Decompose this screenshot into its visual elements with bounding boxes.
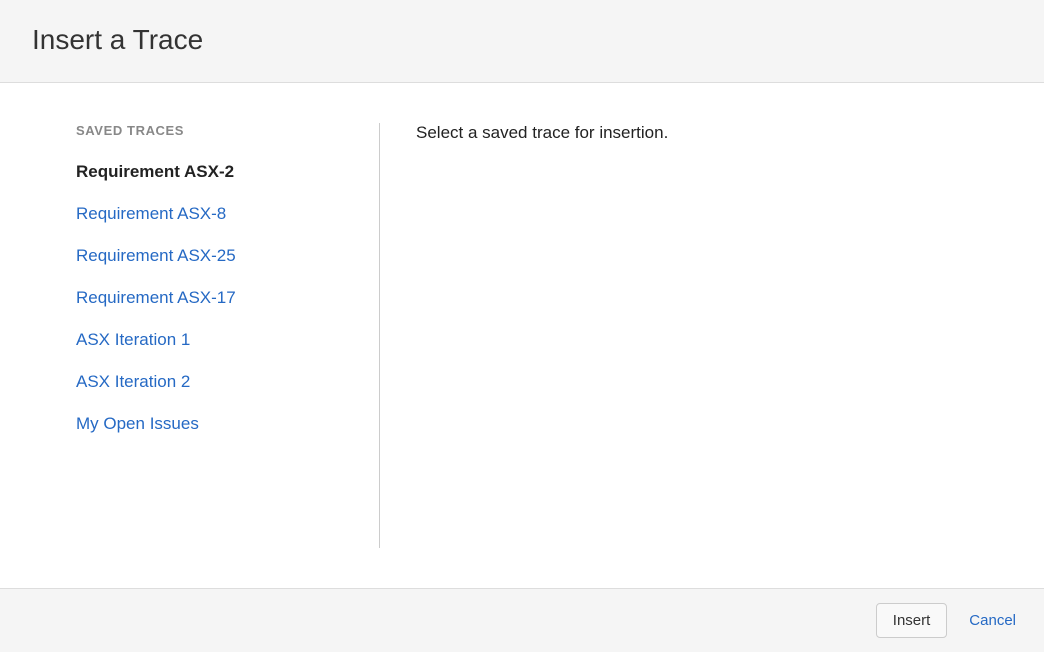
main-panel: Select a saved trace for insertion.: [380, 83, 1044, 588]
trace-list: Requirement ASX-2 Requirement ASX-8 Requ…: [76, 162, 380, 434]
trace-item-label: ASX Iteration 1: [76, 330, 190, 349]
trace-item-label: My Open Issues: [76, 414, 199, 433]
trace-item-label: Requirement ASX-17: [76, 288, 236, 307]
sidebar-saved-traces: SAVED TRACES Requirement ASX-2 Requireme…: [0, 83, 380, 588]
trace-item-my-open-issues[interactable]: My Open Issues: [76, 414, 380, 434]
trace-item-label: ASX Iteration 2: [76, 372, 190, 391]
trace-item-requirement-asx-2[interactable]: Requirement ASX-2: [76, 162, 380, 182]
trace-item-requirement-asx-8[interactable]: Requirement ASX-8: [76, 204, 380, 224]
sidebar-heading: SAVED TRACES: [76, 123, 380, 138]
dialog-title: Insert a Trace: [32, 24, 1012, 56]
dialog-footer: Insert Cancel: [0, 588, 1044, 652]
cancel-button[interactable]: Cancel: [965, 604, 1020, 637]
trace-item-requirement-asx-25[interactable]: Requirement ASX-25: [76, 246, 380, 266]
insert-button[interactable]: Insert: [876, 603, 948, 638]
main-prompt: Select a saved trace for insertion.: [416, 123, 1008, 143]
dialog-body: SAVED TRACES Requirement ASX-2 Requireme…: [0, 83, 1044, 588]
trace-item-label: Requirement ASX-8: [76, 204, 226, 223]
trace-item-label: Requirement ASX-25: [76, 246, 236, 265]
trace-item-asx-iteration-1[interactable]: ASX Iteration 1: [76, 330, 380, 350]
trace-item-label: Requirement ASX-2: [76, 162, 234, 181]
trace-item-requirement-asx-17[interactable]: Requirement ASX-17: [76, 288, 380, 308]
dialog-header: Insert a Trace: [0, 0, 1044, 83]
trace-item-asx-iteration-2[interactable]: ASX Iteration 2: [76, 372, 380, 392]
